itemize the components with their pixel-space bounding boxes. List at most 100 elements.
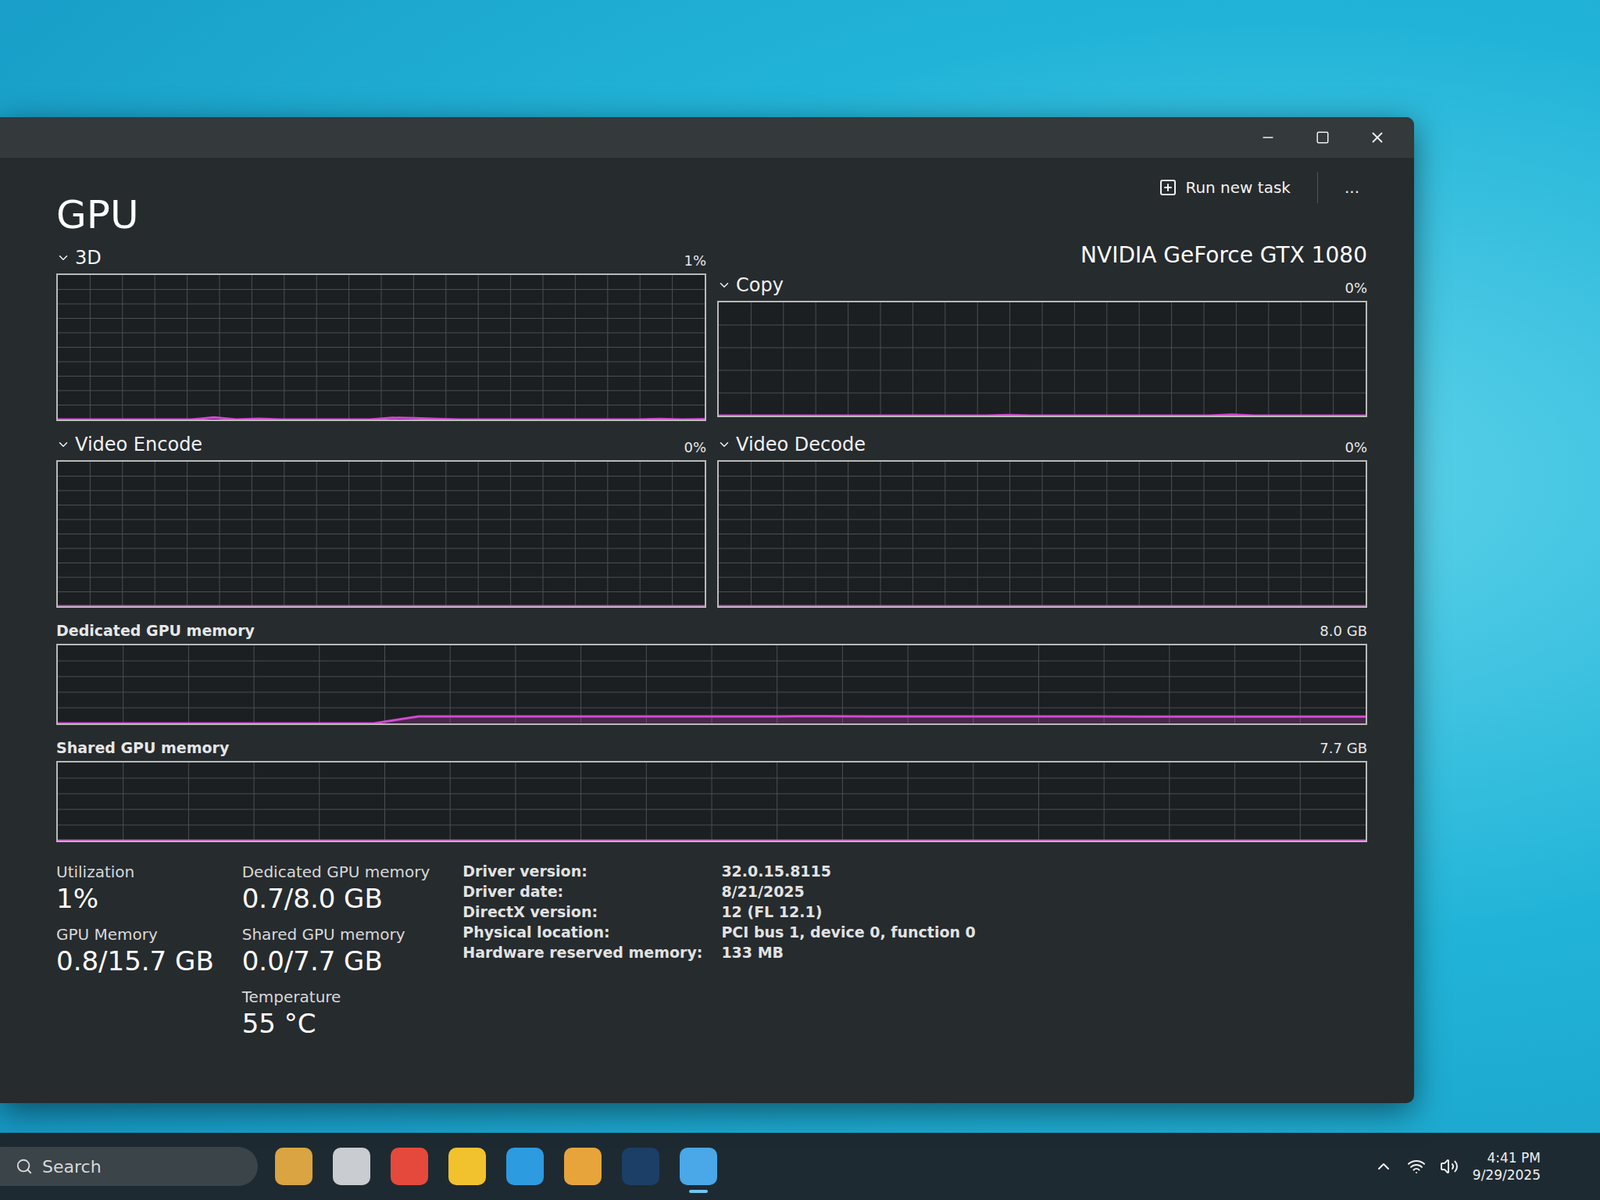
more-button[interactable]: ... <box>1336 171 1368 204</box>
stat: Dedicated GPU memory0.7/8.0 GB <box>242 862 431 915</box>
maximize-button[interactable] <box>1295 120 1350 155</box>
desktop: GPU Run new task... 3D 1% NVIDIA GeForce GTX… <box>0 0 1600 1200</box>
taskbar-app-icon[interactable] <box>390 1147 429 1186</box>
chart-plot <box>57 275 705 420</box>
engine-label-row: Video Encode 0% <box>56 432 707 456</box>
engine-reading: 0% <box>1344 439 1368 456</box>
detail-value: 12 (FL 12.1) <box>721 903 975 921</box>
chart-plot <box>57 461 705 607</box>
chevron-down-icon <box>717 278 732 293</box>
taskbar-app-icon[interactable] <box>564 1147 602 1186</box>
taskbar-apps <box>275 1147 718 1186</box>
detail-value: 32.0.15.8115 <box>721 862 975 880</box>
chart-plot <box>57 762 1366 841</box>
task-manager-window: GPU Run new task... 3D 1% NVIDIA GeForce GTX… <box>0 117 1415 1104</box>
page-header: GPU Run new task... <box>56 164 1368 238</box>
memory-panel: Dedicated GPU memory 8.0 GB <box>56 615 1368 725</box>
stat-column: Utilization1%GPU Memory0.8/15.7 GB <box>56 862 215 1040</box>
memory-panel: Shared GPU memory 7.7 GB <box>56 732 1368 843</box>
chevron-down-icon <box>717 437 732 452</box>
maximize-icon <box>1315 130 1330 145</box>
taskbar-app-icon[interactable] <box>448 1147 486 1186</box>
memory-chart-max: 7.7 GB <box>1319 739 1368 757</box>
chevron-down-icon <box>56 437 71 452</box>
wifi-icon[interactable] <box>1407 1157 1426 1176</box>
engine-selector[interactable]: Video Decode <box>717 433 866 456</box>
copy-chart <box>717 300 1368 418</box>
new-task-icon <box>1158 178 1178 197</box>
details-table: Driver version: 32.0.15.8115 Driver date: 8… <box>462 862 976 1040</box>
run-new-task-button[interactable]: Run new task <box>1150 171 1299 204</box>
detail-label: Driver version: <box>462 862 703 880</box>
stats-area: Utilization1%GPU Memory0.8/15.7 GBDedica… <box>56 862 1368 1040</box>
clock[interactable]: 4:41 PM9/29/2025 <box>1472 1150 1588 1183</box>
detail-value: 133 MB <box>721 943 975 961</box>
engine-label-row: Video Decode 0% <box>717 432 1368 456</box>
close-icon <box>1368 128 1386 147</box>
detail-value: PCI bus 1, device 0, function 0 <box>721 923 975 941</box>
title-bar <box>0 117 1415 158</box>
engine-reading: 1% <box>683 252 707 269</box>
chart-plot <box>718 302 1366 416</box>
detail-label: Physical location: <box>462 923 703 941</box>
taskbar-app-icon[interactable] <box>679 1147 718 1186</box>
device-name: NVIDIA GeForce GTX 1080 <box>717 242 1368 268</box>
taskbar-app-icon[interactable] <box>621 1147 660 1186</box>
detail-value: 8/21/2025 <box>721 882 975 900</box>
engine-panel: 3D 1% <box>56 245 707 422</box>
engine-reading: 0% <box>683 439 707 456</box>
engine-name: Copy <box>735 274 784 297</box>
detail-label: DirectX version: <box>462 903 703 921</box>
engine-grid: 3D1%NVIDIA GeForce GTX 1080Copy0%Video E… <box>56 245 1368 608</box>
run-new-task-label: Run new task <box>1185 178 1291 197</box>
toolbar: Run new task... <box>1150 164 1368 204</box>
more-label: ... <box>1344 178 1360 197</box>
clock-time: 4:41 PM <box>1487 1150 1542 1166</box>
minimize-button[interactable] <box>1240 120 1296 155</box>
engine-selector[interactable]: 3D <box>56 246 102 269</box>
memory-chart-title: Dedicated GPU memory <box>56 621 255 640</box>
detail-label: Driver date: <box>462 882 703 900</box>
engine-panel: Video Decode 0% <box>717 432 1368 608</box>
minimize-icon <box>1260 129 1276 146</box>
taskbar-app-icon[interactable] <box>332 1147 371 1186</box>
stat: Shared GPU memory0.0/7.7 GB <box>242 925 431 977</box>
memory-chart-title: Shared GPU memory <box>56 739 229 757</box>
clock-date: 9/29/2025 <box>1472 1167 1541 1183</box>
chevron-up-icon[interactable] <box>1374 1157 1393 1176</box>
memory-chart-max: 8.0 GB <box>1319 622 1368 640</box>
stat: Temperature55 °C <box>242 987 431 1040</box>
taskbar-app-icon[interactable] <box>275 1147 313 1186</box>
engine-label-row: Copy 0% <box>717 272 1368 297</box>
taskbar: Search 4:41 PM9/29/2025 <box>0 1132 1600 1200</box>
engine-selector[interactable]: Copy <box>717 274 784 297</box>
page-title: GPU <box>56 192 140 238</box>
stat-value: 0.8/15.7 GB <box>56 945 215 977</box>
engine-label-row: 3D 1% <box>56 245 707 269</box>
engine-name: 3D <box>75 246 102 269</box>
system-tray: 4:41 PM9/29/2025 <box>1374 1150 1588 1183</box>
close-button[interactable] <box>1350 120 1405 155</box>
3d-chart <box>56 273 707 422</box>
stat: GPU Memory0.8/15.7 GB <box>56 925 215 977</box>
stat-value: 0.0/7.7 GB <box>242 945 431 977</box>
engine-panel: NVIDIA GeForce GTX 1080 Copy 0% <box>717 245 1368 422</box>
taskbar-app-icon[interactable] <box>506 1147 544 1186</box>
volume-icon[interactable] <box>1439 1157 1459 1176</box>
search-icon <box>15 1157 33 1175</box>
stat-label: Temperature <box>242 987 431 1007</box>
stat-value: 0.7/8.0 GB <box>242 882 431 915</box>
chart-plot <box>718 461 1366 607</box>
desktop-area: GPU Run new task... 3D 1% NVIDIA GeForce GTX… <box>0 0 1600 1133</box>
gpu-page: GPU Run new task... 3D 1% NVIDIA GeForce GTX… <box>0 157 1415 1104</box>
taskbar-search[interactable]: Search <box>0 1146 258 1186</box>
stat-value: 55 °C <box>242 1007 431 1040</box>
memory-label-row: Shared GPU memory 7.7 GB <box>56 732 1368 757</box>
chevron-down-icon <box>56 250 71 265</box>
stat-column: Dedicated GPU memory0.7/8.0 GB Shared GPU… <box>242 862 431 1040</box>
engine-selector[interactable]: Video Encode <box>56 433 203 456</box>
engine-reading: 0% <box>1344 279 1368 297</box>
engine-name: Video Encode <box>75 433 203 456</box>
search-placeholder: Search <box>42 1157 102 1177</box>
engine-name: Video Decode <box>735 433 866 456</box>
